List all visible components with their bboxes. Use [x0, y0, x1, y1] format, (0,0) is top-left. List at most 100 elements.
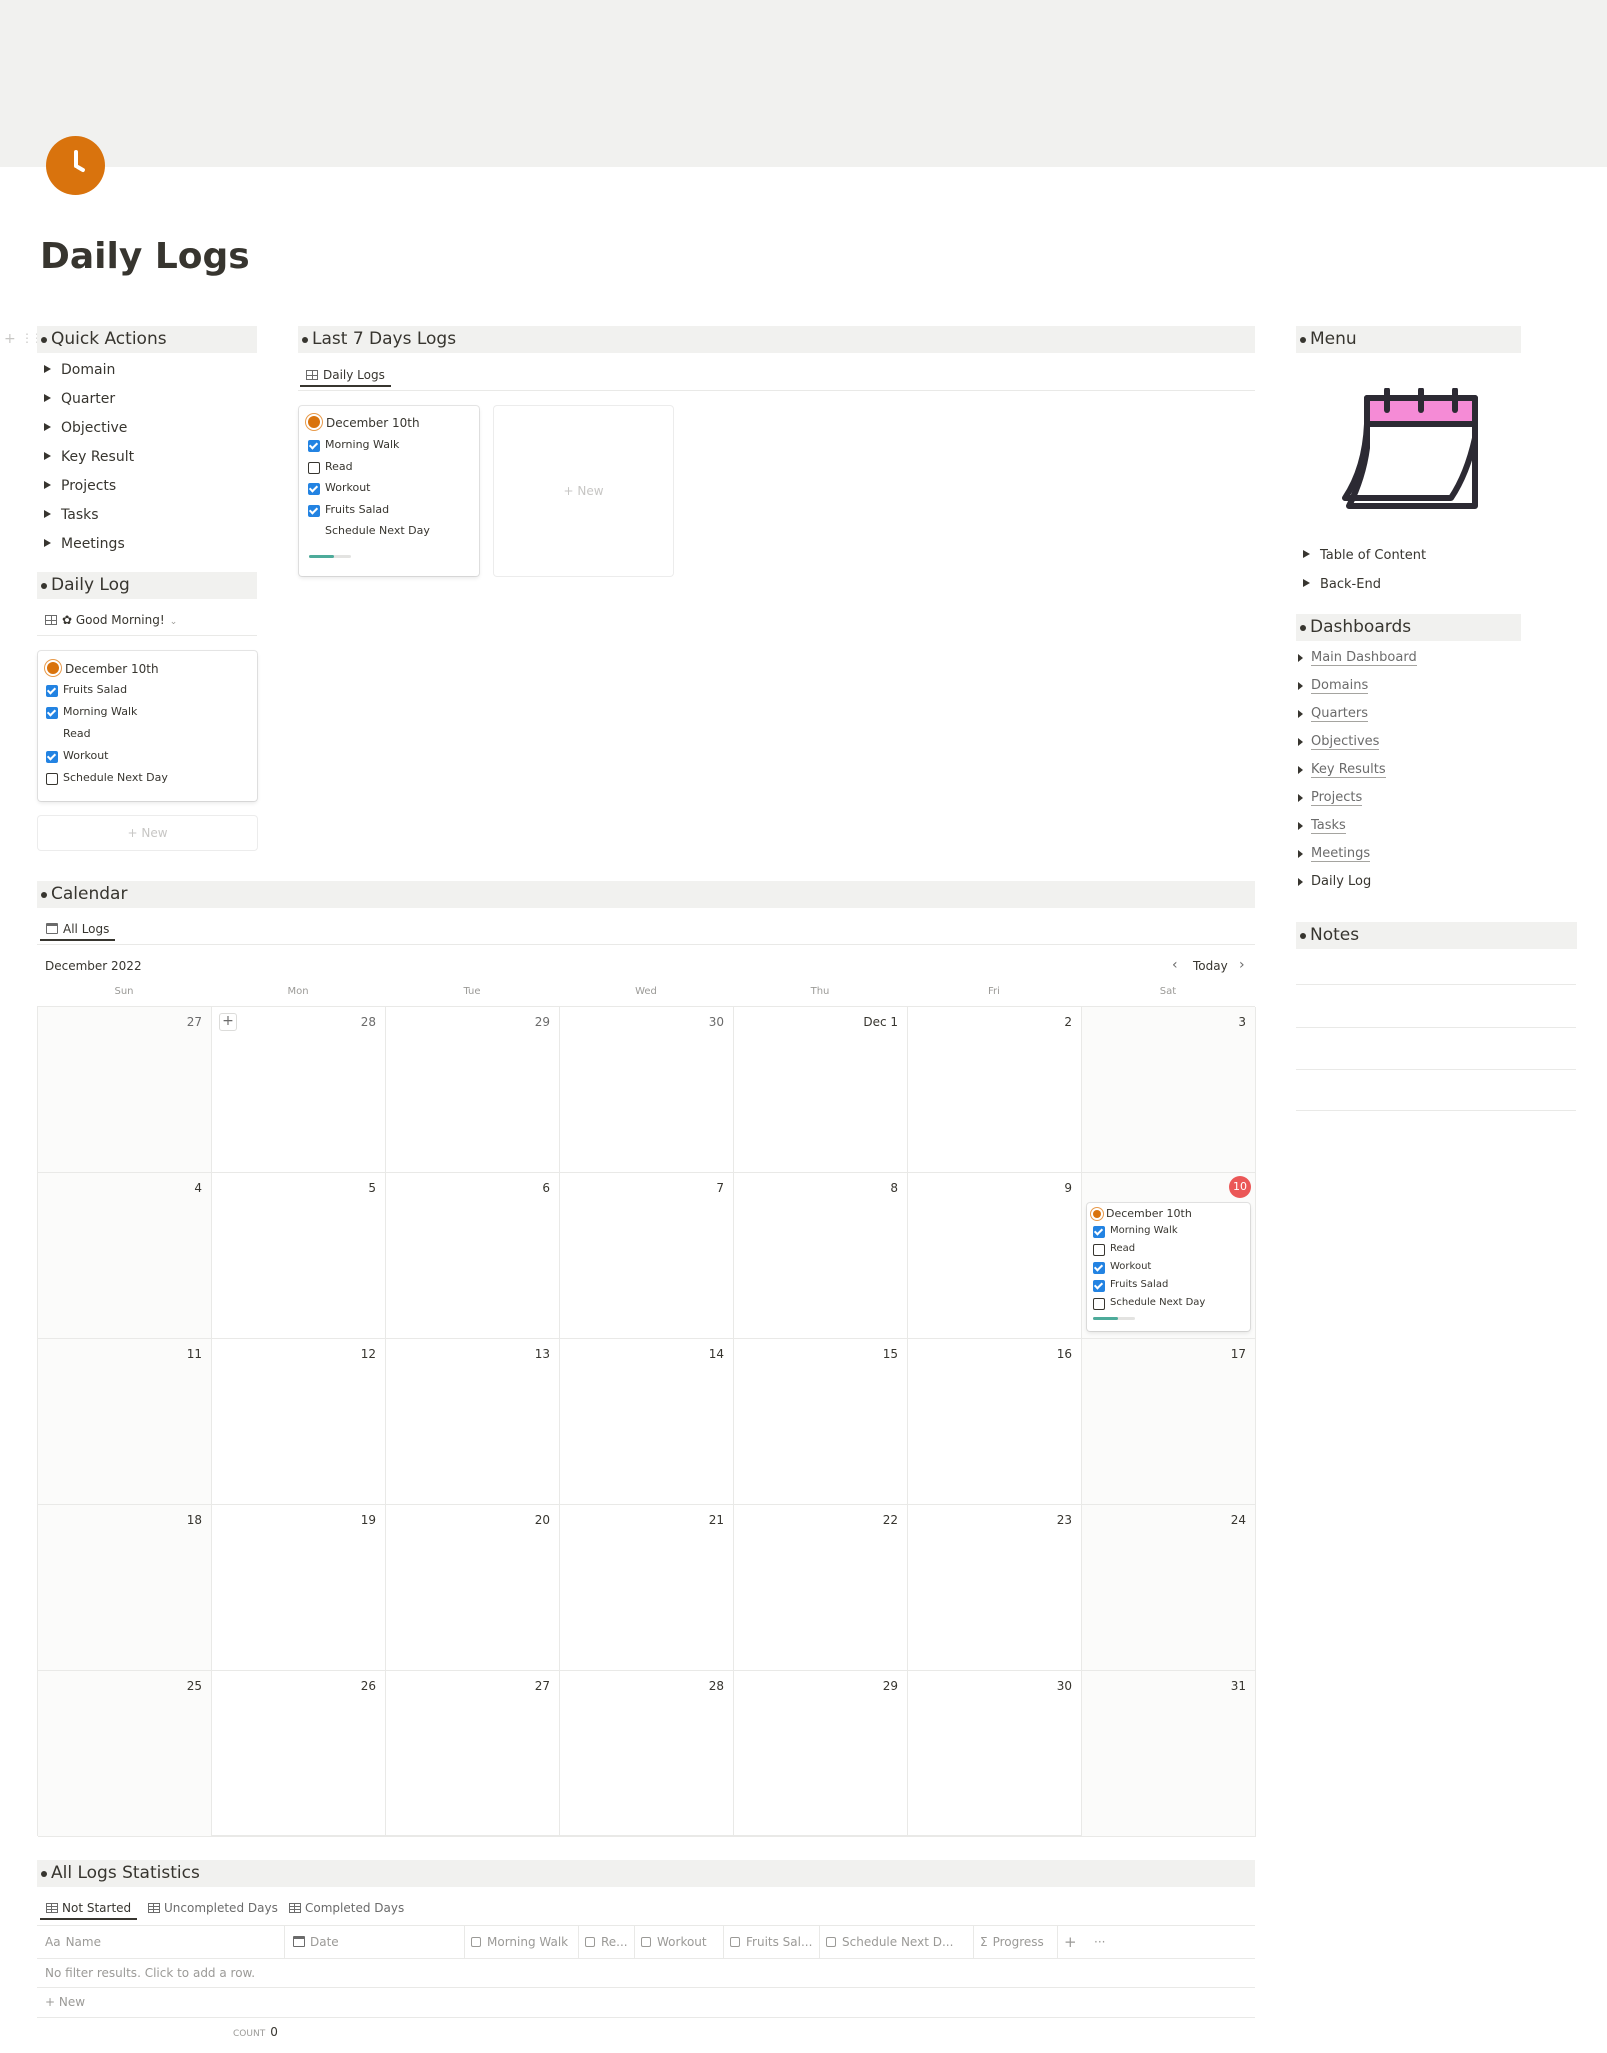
checklist-item-read[interactable]: Read: [308, 460, 353, 474]
calendar-day-cell[interactable]: 2: [908, 1007, 1082, 1173]
column-read[interactable]: Re...: [579, 1926, 635, 1958]
link-objectives[interactable]: Objectives: [1296, 733, 1380, 751]
add-event-icon[interactable]: +: [219, 1013, 237, 1031]
toggle-key-result[interactable]: Key Result: [44, 448, 134, 466]
calendar-day-cell[interactable]: 24: [1082, 1505, 1256, 1671]
link-daily-log[interactable]: Daily Log: [1296, 873, 1371, 891]
calendar-event-card[interactable]: December 10th Morning Walk Read Workout Frui…: [1087, 1203, 1250, 1331]
toggle-domain[interactable]: Domain: [44, 361, 115, 379]
calendar-day-cell[interactable]: 13: [386, 1339, 560, 1505]
calendar-day-cell[interactable]: 8: [734, 1173, 908, 1339]
calendar-day-cell[interactable]: 27: [386, 1671, 560, 1837]
tab-completed-days[interactable]: Completed Days: [283, 1896, 410, 1920]
calendar-day-cell[interactable]: 16: [908, 1339, 1082, 1505]
page-cover[interactable]: [0, 0, 1607, 167]
notes-line[interactable]: [1296, 1110, 1576, 1111]
calendar-day-cell[interactable]: 12: [212, 1339, 386, 1505]
tab-all-logs[interactable]: All Logs: [40, 917, 116, 941]
daily-log-view-tab[interactable]: ✿ Good Morning! ⌄: [39, 608, 183, 632]
daily-log-card[interactable]: December 10th Fruits Salad Morning Walk Re…: [38, 651, 257, 801]
calendar-day-cell[interactable]: 15: [734, 1339, 908, 1505]
last7-card[interactable]: December 10th Morning Walk Read Workout Fru…: [299, 406, 479, 576]
calendar-day-cell[interactable]: 5: [212, 1173, 386, 1339]
empty-state-text[interactable]: No filter results. Click to add a row.: [45, 1964, 255, 1982]
calendar-day-cell[interactable]: 26: [212, 1671, 386, 1837]
calendar-day-cell[interactable]: 27: [38, 1007, 212, 1173]
count-summary[interactable]: COUNT 0: [233, 2024, 278, 2042]
add-column-icon[interactable]: +: [1058, 1926, 1088, 1958]
calendar-day-cell[interactable]: 30: [560, 1007, 734, 1173]
link-domains[interactable]: Domains: [1296, 677, 1369, 695]
toggle-meetings[interactable]: Meetings: [44, 535, 125, 553]
checklist-item-morning-walk[interactable]: Morning Walk: [308, 438, 399, 452]
toggle-back-end[interactable]: Back-End: [1303, 576, 1381, 594]
calendar-day-cell[interactable]: 25: [38, 1671, 212, 1837]
calendar-day-cell[interactable]: 11: [38, 1339, 212, 1505]
column-date[interactable]: Date: [285, 1926, 465, 1958]
checklist-item-read[interactable]: Read: [46, 727, 91, 741]
column-morning-walk[interactable]: Morning Walk: [465, 1926, 579, 1958]
add-row-button[interactable]: + New: [45, 1993, 85, 2011]
calendar-day-cell[interactable]: 3: [1082, 1007, 1256, 1173]
clock-icon[interactable]: [46, 136, 105, 195]
checklist-item-morning-walk[interactable]: Morning Walk: [46, 705, 137, 719]
calendar-day-cell[interactable]: 29: [386, 1007, 560, 1173]
toggle-quarter[interactable]: Quarter: [44, 390, 115, 408]
calendar-day-cell[interactable]: 6: [386, 1173, 560, 1339]
link-tasks[interactable]: Tasks: [1296, 817, 1346, 835]
calendar-day-cell[interactable]: Dec 1: [734, 1007, 908, 1173]
notes-line[interactable]: [1296, 1069, 1576, 1070]
event-item-read[interactable]: Read: [1093, 1242, 1135, 1256]
calendar-day-cell[interactable]: 30: [908, 1671, 1082, 1837]
checklist-item-fruits-salad[interactable]: Fruits Salad: [308, 503, 389, 517]
calendar-day-cell[interactable]: 22: [734, 1505, 908, 1671]
calendar-day-cell[interactable]: 23: [908, 1505, 1082, 1671]
link-quarters[interactable]: Quarters: [1296, 705, 1368, 723]
checklist-item-schedule-next-day[interactable]: Schedule Next Day: [308, 524, 430, 538]
toggle-objective[interactable]: Objective: [44, 419, 127, 437]
link-main-dashboard[interactable]: Main Dashboard: [1296, 649, 1417, 667]
column-name[interactable]: Aa Name: [37, 1926, 285, 1958]
notes-line[interactable]: [1296, 1027, 1576, 1028]
calendar-day-cell[interactable]: 14: [560, 1339, 734, 1505]
tab-not-started[interactable]: Not Started: [40, 1896, 138, 1920]
calendar-day-cell[interactable]: 19: [212, 1505, 386, 1671]
block-add-icon[interactable]: +: [4, 331, 16, 347]
calendar-day-cell[interactable]: 28 +: [212, 1007, 386, 1173]
calendar-day-cell[interactable]: 20: [386, 1505, 560, 1671]
event-item-workout[interactable]: Workout: [1093, 1260, 1151, 1274]
column-fruits-salad[interactable]: Fruits Sal...: [724, 1926, 820, 1958]
chevron-left-icon[interactable]: ‹: [1172, 957, 1178, 973]
calendar-day-cell[interactable]: 10 December 10th Morning Walk Read Workout Fr…: [1082, 1173, 1256, 1339]
toggle-tasks[interactable]: Tasks: [44, 506, 99, 524]
column-workout[interactable]: Workout: [635, 1926, 724, 1958]
daily-log-new-button[interactable]: + New: [38, 816, 257, 850]
checklist-item-schedule-next-day[interactable]: Schedule Next Day: [46, 771, 168, 785]
toggle-projects[interactable]: Projects: [44, 477, 116, 495]
calendar-day-cell[interactable]: 7: [560, 1173, 734, 1339]
tab-daily-logs[interactable]: Daily Logs: [300, 363, 391, 387]
tab-uncompleted-days[interactable]: Uncompleted Days: [142, 1896, 284, 1920]
link-meetings[interactable]: Meetings: [1296, 845, 1371, 863]
checklist-item-workout[interactable]: Workout: [46, 749, 108, 763]
calendar-day-cell[interactable]: 17: [1082, 1339, 1256, 1505]
checklist-item-workout[interactable]: Workout: [308, 481, 370, 495]
today-button[interactable]: Today: [1193, 958, 1228, 974]
event-item-morning-walk[interactable]: Morning Walk: [1093, 1224, 1178, 1238]
column-schedule-next-day[interactable]: Schedule Next D...: [820, 1926, 974, 1958]
calendar-day-cell[interactable]: 21: [560, 1505, 734, 1671]
event-item-fruits-salad[interactable]: Fruits Salad: [1093, 1278, 1168, 1292]
notes-line[interactable]: [1296, 984, 1576, 985]
calendar-day-cell[interactable]: 29: [734, 1671, 908, 1837]
last7-new-card[interactable]: + New: [494, 406, 673, 576]
link-projects[interactable]: Projects: [1296, 789, 1363, 807]
chevron-right-icon[interactable]: ›: [1239, 957, 1245, 973]
link-key-results[interactable]: Key Results: [1296, 761, 1386, 779]
calendar-day-cell[interactable]: 18: [38, 1505, 212, 1671]
column-progress[interactable]: Σ Progress: [974, 1926, 1058, 1958]
toggle-table-of-content[interactable]: Table of Content: [1303, 547, 1426, 565]
more-icon[interactable]: ···: [1088, 1926, 1118, 1958]
event-item-schedule-next-day[interactable]: Schedule Next Day: [1093, 1296, 1205, 1310]
checklist-item-fruits-salad[interactable]: Fruits Salad: [46, 683, 127, 697]
calendar-day-cell[interactable]: 4: [38, 1173, 212, 1339]
